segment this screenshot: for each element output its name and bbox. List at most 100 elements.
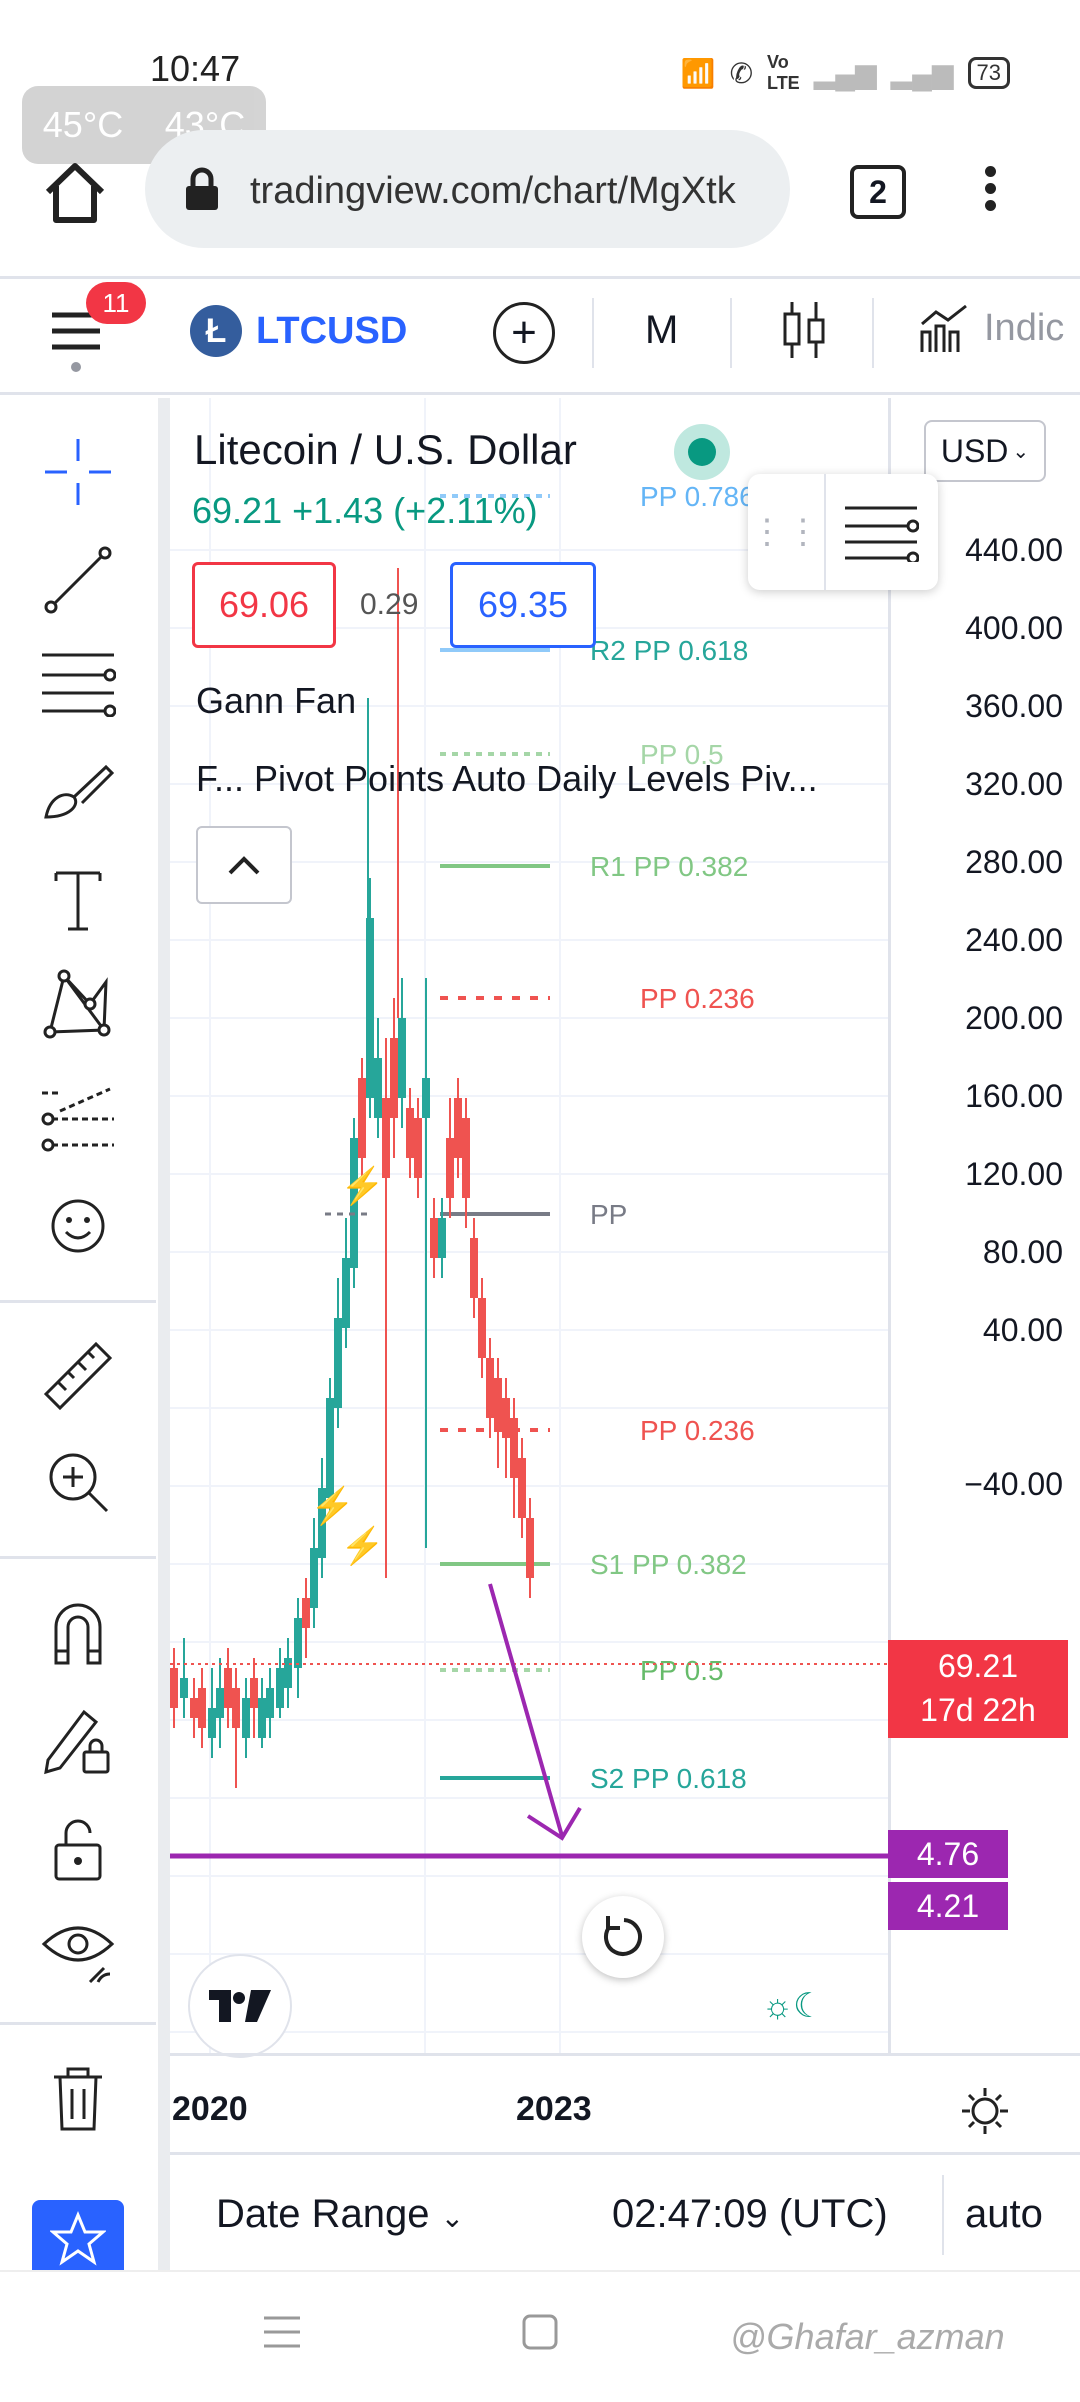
date-range-button[interactable]: Date Range ⌄: [216, 2192, 464, 2237]
chart-type-button[interactable]: [780, 300, 830, 365]
indicators-button[interactable]: Indic: [918, 302, 1064, 354]
fib-tool[interactable]: [28, 642, 128, 722]
last-price-label: 69.21 17d 22h: [888, 1640, 1068, 1738]
theme-toggle-icon[interactable]: ☼☾: [762, 1986, 824, 2026]
indicators-icon: [920, 304, 967, 352]
brush-tool[interactable]: [28, 752, 128, 832]
tv-logo-icon: [209, 1990, 271, 2022]
signal-icon-2: ▂▄▆: [890, 57, 954, 89]
compare-add-button[interactable]: +: [493, 302, 555, 364]
price-axis[interactable]: 440.00 400.00 360.00 320.00 280.00 240.00 200.…: [888, 398, 1080, 2053]
lock-all-tool[interactable]: [28, 1808, 128, 1888]
battery-icon: 73: [967, 57, 1010, 89]
magnet-tool[interactable]: [28, 1592, 128, 1672]
crosshair-tool[interactable]: [28, 432, 128, 512]
recents-button[interactable]: [262, 2312, 302, 2357]
candle-body: [250, 1678, 258, 1708]
tabs-button[interactable]: 2: [850, 165, 906, 219]
unlock-icon: [54, 1819, 102, 1881]
brush-icon: [44, 764, 115, 819]
candle-body: [518, 1458, 526, 1518]
candle-body: [284, 1658, 292, 1688]
home-icon: [45, 163, 105, 223]
home-button[interactable]: [40, 158, 110, 228]
forecast-icon: [41, 1087, 114, 1152]
star-icon: [50, 2211, 106, 2266]
status-icons: 📶 ✆ Vo LTE ▂▄▆ ▂▄▆ 73: [681, 52, 1010, 94]
hide-drawings-tool[interactable]: [28, 1910, 128, 1990]
chevron-down-icon: ⌄: [1012, 440, 1030, 463]
study-gann-fan[interactable]: Gann Fan: [196, 680, 356, 722]
utc-clock[interactable]: 02:47:09 (UTC): [612, 2192, 888, 2237]
chart-settings-button[interactable]: [960, 2086, 1010, 2141]
candle-body: [310, 1548, 318, 1608]
collapse-legend-button[interactable]: [196, 826, 292, 904]
square-icon: [522, 2314, 558, 2350]
trendline-tool[interactable]: [28, 540, 128, 620]
market-status-icon[interactable]: [674, 424, 730, 480]
lock-icon: [182, 166, 222, 217]
home-nav-button[interactable]: [520, 2312, 560, 2357]
symbol-search-button[interactable]: Ł LTCUSD: [190, 305, 407, 357]
candle-body: [326, 1398, 334, 1498]
currency-button[interactable]: USD ⌄: [924, 420, 1046, 482]
auto-scale-button[interactable]: auto: [965, 2192, 1043, 2237]
currency-label: USD: [940, 432, 1009, 469]
price-tick-label: −40.00: [964, 1466, 1063, 1502]
candle-body: [446, 1138, 454, 1198]
candles-icon: [783, 302, 825, 358]
divider: [730, 298, 732, 368]
buy-button[interactable]: 69.35: [450, 562, 596, 648]
pivot-label: PP 0.5: [640, 1655, 724, 1686]
wifi-icon: 📶: [680, 57, 716, 89]
toolbar-border: [158, 398, 170, 2278]
temp-1: 45°C: [42, 104, 124, 145]
divider: [0, 1556, 156, 1559]
signal-icon: ▂▄▆: [813, 57, 877, 89]
prediction-tool[interactable]: [28, 1078, 128, 1158]
pencil-lock-icon: [44, 1709, 110, 1775]
price-tick-label: 280.00: [965, 844, 1063, 880]
divider: [0, 392, 1080, 395]
candle-body: [198, 1688, 206, 1728]
candle-body: [342, 1258, 350, 1328]
emoji-tool[interactable]: [28, 1186, 128, 1266]
text-tool[interactable]: [28, 860, 128, 940]
fib-lines-icon: [42, 653, 116, 717]
trendline-icon: [44, 546, 112, 614]
measure-tool[interactable]: [28, 1336, 128, 1416]
symbol-name: LTCUSD: [256, 309, 408, 352]
reset-chart-button[interactable]: [582, 1896, 664, 1978]
trash-icon: [54, 2067, 102, 2131]
pivot-label: PP 0.236: [640, 983, 755, 1014]
floating-drawing-toolbar[interactable]: ⋮⋮: [748, 474, 938, 590]
status-time: 10:47: [150, 48, 241, 89]
pivot-label: S2 PP 0.618: [590, 1763, 747, 1794]
fib-settings-icon[interactable]: [826, 502, 936, 562]
chevron-down-icon: ⌄: [440, 2202, 465, 2233]
price-tick-label: 440.00: [965, 532, 1063, 568]
more-menu-button[interactable]: [985, 160, 996, 217]
pivot-label: S1 PP 0.382: [590, 1549, 747, 1580]
purple-line-label-2: 4.21: [888, 1882, 1008, 1930]
lock-drawings-tool[interactable]: [28, 1700, 128, 1780]
candle-body: [302, 1598, 310, 1628]
pivot-label: PP 0.786: [640, 481, 755, 512]
bar-countdown: 17d 22h: [920, 1692, 1036, 1728]
drag-handle-icon[interactable]: ⋮⋮: [748, 512, 824, 552]
favorites-button[interactable]: [32, 2200, 124, 2278]
time-axis[interactable]: [170, 2053, 1080, 2156]
sell-button[interactable]: 69.06: [192, 562, 336, 648]
candle-body: [190, 1698, 198, 1718]
magnet-icon: [54, 1603, 102, 1665]
remove-drawings-tool[interactable]: [28, 2058, 128, 2138]
pattern-tool[interactable]: [28, 964, 128, 1044]
candle-body: [494, 1378, 502, 1428]
candle-body: [208, 1708, 216, 1738]
zoom-tool[interactable]: [28, 1442, 128, 1522]
candle-body: [486, 1358, 494, 1418]
tradingview-logo[interactable]: [188, 1954, 292, 2058]
study-pivot-points[interactable]: F... Pivot Points Auto Daily Levels Piv.…: [196, 758, 818, 800]
candle-body: [430, 1218, 438, 1258]
interval-button[interactable]: M: [645, 308, 678, 353]
